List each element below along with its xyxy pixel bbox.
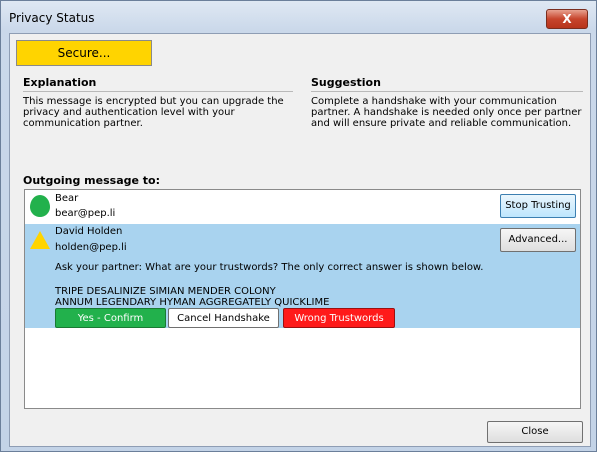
explanation-heading: Explanation [23,76,97,89]
handshake-prompt: Ask your partner: What are your trustwor… [55,262,484,273]
close-button[interactable]: Close [487,421,583,443]
recipient-email: bear@pep.li [55,208,116,219]
trustwords-line-2: ANNUM LEGENDARY HYMAN AGGREGATELY QUICKL… [55,297,330,308]
dialog-client-area: Secure... Explanation This message is en… [9,33,591,447]
suggestion-heading: Suggestion [311,76,381,89]
green-shield-icon [30,195,50,217]
recipient-name: Bear [55,193,79,204]
window-title: Privacy Status [9,11,95,25]
privacy-status-badge[interactable]: Secure... [16,40,152,66]
yes-confirm-button[interactable]: Yes - Confirm [55,308,166,328]
yellow-triangle-icon [30,231,50,249]
outgoing-label: Outgoing message to: [23,174,160,187]
recipient-row-david-holden[interactable]: David Holden holden@pep.li Advanced... A… [25,224,580,328]
trustwords-line-1: TRIPE DESALINIZE SIMIAN MENDER COLONY [55,286,276,297]
suggestion-divider [311,91,583,92]
recipient-list[interactable]: Bear bear@pep.li Stop Trusting David Hol… [24,189,581,409]
privacy-status-window: Privacy Status X Secure... Explanation T… [0,0,597,452]
explanation-text: This message is encrypted but you can up… [23,96,284,129]
recipient-row-bear[interactable]: Bear bear@pep.li Stop Trusting [25,190,580,224]
recipient-name: David Holden [55,226,123,237]
explanation-divider [23,91,293,92]
recipient-email: holden@pep.li [55,242,127,253]
suggestion-text: Complete a handshake with your communica… [311,96,582,129]
stop-trusting-button[interactable]: Stop Trusting [500,194,576,218]
title-bar: Privacy Status X [1,1,596,31]
close-window-icon[interactable]: X [546,9,588,29]
trustwords: TRIPE DESALINIZE SIMIAN MENDER COLONY AN… [55,286,329,308]
wrong-trustwords-button[interactable]: Wrong Trustwords [283,308,395,328]
advanced-button[interactable]: Advanced... [500,228,576,252]
cancel-handshake-button[interactable]: Cancel Handshake [168,308,279,328]
